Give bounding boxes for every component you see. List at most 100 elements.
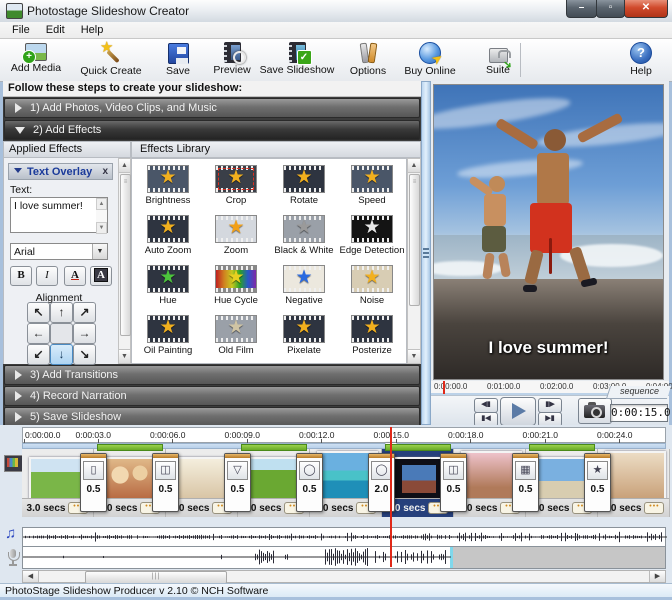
effect-hue[interactable]: ★ Hue — [135, 265, 201, 306]
scroll-down-icon[interactable]: ▼ — [119, 349, 130, 363]
timeline-ruler[interactable]: 0:00:00.0 0:00:03.0 0:00:06.0 0:00:09.0 … — [22, 427, 666, 443]
font-color-button[interactable]: A — [64, 266, 86, 286]
menu-bar: FileEditHelp — [0, 22, 672, 39]
boy1-arm-art — [494, 118, 538, 151]
transition-4[interactable]: ◯ 0.5 — [296, 453, 323, 512]
scroll-down-icon[interactable]: ▼ — [408, 349, 420, 363]
transition-1[interactable]: ▯ 0.5 — [80, 453, 107, 512]
effect-oil-painting[interactable]: ★ Oil Painting — [135, 315, 201, 356]
toolbar-save-slideshow[interactable]: Save Slideshow — [258, 41, 336, 79]
step-4-header[interactable]: 4) Record Narration — [4, 386, 420, 406]
chevron-right-icon — [15, 412, 22, 422]
duration-edit-button[interactable]: ••• — [644, 502, 664, 514]
step-2-header[interactable]: 2) Add Effects — [4, 120, 420, 140]
effect-edge-detection[interactable]: ★ Edge Detection — [339, 215, 405, 256]
step-back-button[interactable]: ◀▮ — [474, 398, 498, 413]
scroll-right-icon[interactable]: ▶ — [649, 571, 665, 582]
align-bottom-button[interactable]: ↓ — [50, 344, 73, 365]
boy1-torso-art — [537, 153, 569, 205]
step-forward-button[interactable]: ▮▶ — [538, 398, 562, 413]
scroll-up-icon[interactable]: ▲ — [408, 159, 420, 173]
step-5-header[interactable]: 5) Save Slideshow — [4, 407, 420, 427]
text-overlay-close-icon[interactable]: x — [102, 166, 108, 177]
transition-8[interactable]: ★ 0.5 — [584, 453, 611, 512]
text-field-label: Text: — [10, 184, 32, 196]
toolbar-quick-create[interactable]: Quick Create — [72, 41, 150, 79]
effect-pixelate[interactable]: ★ Pixelate — [271, 315, 337, 356]
align-top-right-button[interactable]: ↗ — [73, 302, 96, 323]
effect-crop[interactable]: ★ Crop — [203, 165, 269, 206]
transition-6[interactable]: ◫ 0.5 — [440, 453, 467, 512]
italic-button[interactable]: I — [36, 266, 58, 286]
effect-auto-zoom[interactable]: ★ Auto Zoom — [135, 215, 201, 256]
align-center-button[interactable] — [50, 323, 73, 344]
ruler-label: 0:00:12.0 — [299, 430, 334, 440]
ruler-label: 0:00:21.0 — [523, 430, 558, 440]
scroll-up-icon[interactable]: ▲ — [96, 198, 107, 210]
timeline-scrollbar[interactable]: ◀ ||| ▶ — [22, 570, 666, 583]
step-3-header[interactable]: 3) Add Transitions — [4, 365, 420, 385]
effect-brightness[interactable]: ★ Brightness — [135, 165, 201, 206]
applied-effects-scrollbar[interactable]: ▲ ≡ ▼ — [118, 158, 131, 364]
overlay-text-input[interactable]: I love summer! — [10, 197, 108, 233]
align-top-button[interactable]: ↑ — [50, 302, 73, 323]
transition-3[interactable]: ▽ 0.5 — [224, 453, 251, 512]
toolbar-options[interactable]: Options — [336, 41, 400, 79]
background-color-button[interactable]: A — [90, 266, 112, 286]
clip-thumbnail[interactable] — [605, 451, 666, 501]
chevron-down-icon — [15, 127, 25, 134]
align-bottom-left-button[interactable]: ↙ — [27, 344, 50, 365]
toolbar-help[interactable]: ? Help — [616, 41, 666, 79]
options-icon — [355, 41, 381, 64]
ruler-label: 0:00:09.0 — [225, 430, 260, 440]
applied-effects-header: Applied Effects — [3, 141, 131, 158]
menu-edit[interactable]: Edit — [38, 23, 73, 37]
toolbar-preview[interactable]: Preview — [200, 41, 264, 79]
narration-track[interactable] — [22, 547, 666, 569]
scrollbar-thumb[interactable]: ≡ — [120, 174, 131, 336]
effect-speed[interactable]: ★ Speed — [339, 165, 405, 206]
toolbar-suite[interactable]: Suite — [466, 41, 530, 79]
transition-7[interactable]: ▦ 0.5 — [512, 453, 539, 512]
toolbar-add-media[interactable]: Add Media — [4, 41, 68, 79]
effect-zoom[interactable]: ★ Zoom — [203, 215, 269, 256]
effect-noise[interactable]: ★ Noise — [339, 265, 405, 306]
scroll-up-icon[interactable]: ▲ — [119, 159, 130, 173]
window-title: Photostage Slideshow Creator — [27, 4, 189, 18]
align-top-left-button[interactable]: ↖ — [27, 302, 50, 323]
toolbar-buy-online[interactable]: Buy Online — [398, 41, 462, 79]
preview-photo: I love summer! — [433, 84, 664, 380]
text-overlay-header[interactable]: Text Overlay x — [8, 163, 113, 180]
chevron-right-icon — [15, 370, 22, 380]
effect-old-film[interactable]: ★ Old Film — [203, 315, 269, 356]
bold-button[interactable]: B — [10, 266, 32, 286]
align-bottom-right-button[interactable]: ↘ — [73, 344, 96, 365]
close-button[interactable]: ✕ — [624, 0, 668, 18]
effect-hue-cycle[interactable]: ★ Hue Cycle — [203, 265, 269, 306]
maximize-button[interactable]: ▫ — [596, 0, 625, 18]
transition-2[interactable]: ◫ 0.5 — [152, 453, 179, 512]
effect-rotate[interactable]: ★ Rotate — [271, 165, 337, 206]
timeline-playhead[interactable] — [390, 427, 392, 567]
splitter-grip-icon — [423, 248, 429, 258]
menu-help[interactable]: Help — [73, 23, 112, 37]
ruler-label: 0:00:03.0 — [76, 430, 111, 440]
effect-posterize[interactable]: ★ Posterize — [339, 315, 405, 356]
preview-ruler-label: 0:00:00.0 — [434, 382, 467, 391]
scrollbar-thumb[interactable]: ≡ — [409, 174, 420, 306]
effect-negative[interactable]: ★ Negative — [271, 265, 337, 306]
align-right-button[interactable]: → — [73, 323, 96, 344]
scroll-down-icon[interactable]: ▼ — [96, 222, 107, 234]
minimize-button[interactable]: – — [566, 0, 597, 18]
step-1-header[interactable]: 1) Add Photos, Video Clips, and Music — [4, 98, 420, 118]
font-dropdown[interactable]: Arial ▼ — [10, 243, 108, 260]
snapshot-button[interactable] — [578, 398, 612, 424]
music-track[interactable] — [22, 527, 666, 547]
align-left-button[interactable]: ← — [27, 323, 50, 344]
effects-library-scrollbar[interactable]: ▲ ≡ ▼ — [407, 158, 421, 364]
play-button[interactable] — [500, 397, 536, 426]
text-input-scrollbar[interactable]: ▲▼ — [96, 198, 107, 232]
menu-file[interactable]: File — [4, 23, 38, 37]
effect-black-white[interactable]: ★ Black & White — [271, 215, 337, 256]
scroll-left-icon[interactable]: ◀ — [23, 571, 39, 582]
